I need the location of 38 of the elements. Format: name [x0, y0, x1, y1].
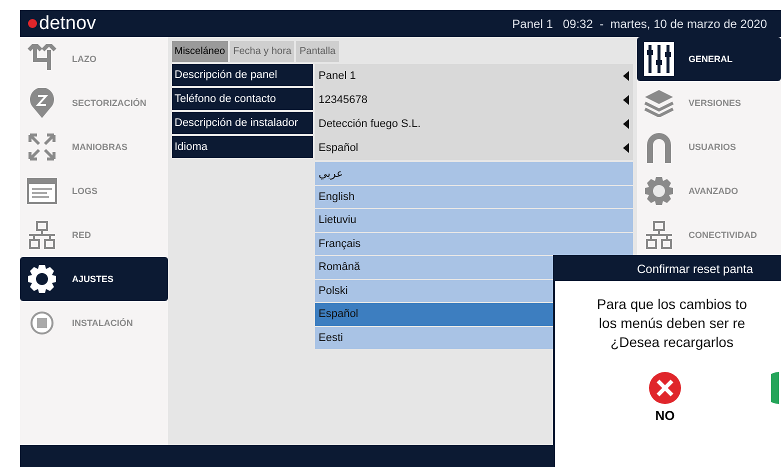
- sidebar-item[interactable]: AJUSTES: [20, 257, 168, 301]
- dialog-title: Confirmar reset panta: [555, 257, 781, 281]
- field-value[interactable]: 12345678: [314, 88, 632, 112]
- field-label: Teléfono de contacto: [172, 88, 312, 110]
- gear-icon: [27, 264, 57, 294]
- logo-dot-icon: [28, 19, 37, 28]
- tab[interactable]: Fecha y hora: [230, 41, 294, 62]
- caret-icon: [622, 95, 628, 105]
- close-icon: [649, 372, 681, 404]
- language-option[interactable]: Lietuviu: [314, 209, 632, 232]
- field-value[interactable]: Panel 1: [314, 64, 632, 88]
- building-icon: [30, 311, 54, 335]
- field-value[interactable]: Español: [314, 136, 632, 160]
- expand-arrows-icon: [28, 133, 56, 161]
- tab[interactable]: Misceláneo: [172, 41, 228, 62]
- language-option[interactable]: عربي: [314, 162, 632, 184]
- caret-icon: [622, 119, 628, 129]
- caret-icon: [622, 71, 628, 81]
- status-text: Panel 1 09:32 - martes, 10 de marzo de 2020: [512, 16, 767, 30]
- layers-icon: [644, 89, 674, 117]
- network-icon: [28, 221, 56, 249]
- network-icon: [644, 221, 672, 249]
- language-option[interactable]: Français: [314, 232, 632, 255]
- no-button[interactable]: NO: [649, 372, 681, 423]
- gear-icon: [644, 176, 674, 206]
- field-label: Descripción de instalador: [172, 112, 312, 134]
- map-pin-icon: [29, 88, 55, 118]
- logo: detnov: [39, 12, 96, 34]
- field-label: Descripción de panel: [172, 64, 312, 86]
- field-label: Idioma: [172, 136, 312, 158]
- user-icon: [644, 131, 672, 163]
- tab[interactable]: Pantalla: [296, 41, 339, 62]
- language-option[interactable]: English: [314, 186, 632, 208]
- log-window-icon: [27, 178, 57, 204]
- field-value[interactable]: Detección fuego S.L.: [314, 112, 632, 136]
- caret-icon: [622, 143, 628, 153]
- sliders-icon: [644, 42, 674, 76]
- settings-menu-item[interactable]: GENERAL: [636, 37, 781, 81]
